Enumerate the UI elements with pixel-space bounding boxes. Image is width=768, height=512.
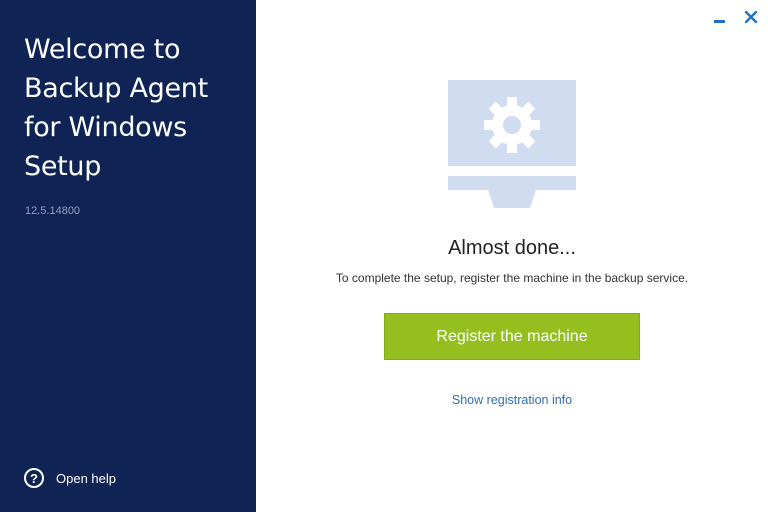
show-registration-info-link[interactable]: Show registration info	[256, 393, 768, 407]
instruction-text: To complete the setup, register the mach…	[335, 271, 689, 285]
monitor-gear-icon	[448, 80, 576, 208]
close-icon	[745, 11, 757, 23]
minimize-button[interactable]	[710, 8, 728, 26]
register-machine-button[interactable]: Register the machine	[384, 313, 640, 360]
setup-title: Welcome to Backup Agent for Windows Setu…	[24, 34, 208, 182]
version-label: 12.5.14800	[25, 205, 81, 217]
open-help-label: Open help	[56, 470, 116, 486]
close-button[interactable]	[742, 8, 760, 26]
sidebar: Welcome to Backup Agent for Windows Setu…	[0, 0, 256, 512]
almost-done-heading: Almost done...	[448, 237, 576, 259]
question-circle-icon: ?	[24, 468, 44, 488]
minimize-icon	[713, 19, 725, 23]
open-help-link[interactable]: ? Open help	[24, 468, 116, 488]
